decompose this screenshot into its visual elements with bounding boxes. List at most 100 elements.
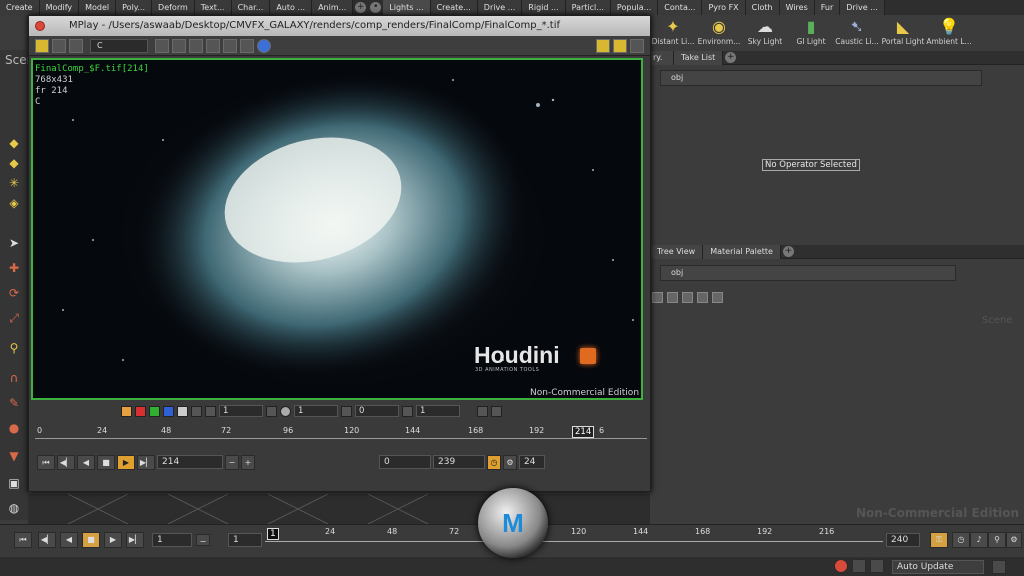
blue-channel-icon[interactable] [163, 405, 174, 417]
view-tool-icon[interactable]: ▼ [5, 448, 23, 464]
list-mode-icon[interactable] [652, 292, 663, 303]
play-reverse-button[interactable]: ◀ [77, 454, 95, 470]
tab-take-list[interactable]: Take List [674, 50, 724, 65]
close-icon[interactable] [35, 21, 45, 31]
auto-update-select[interactable]: Auto Update [892, 560, 984, 574]
audio-icon[interactable]: ⚲ [988, 532, 1006, 548]
realtime-icon[interactable]: ◷ [487, 454, 501, 470]
shelf-tab-create2[interactable]: Create... [430, 0, 478, 15]
shelf-tab-text[interactable]: Text... [194, 0, 232, 15]
fps-icon[interactable]: ⚙ [503, 454, 517, 470]
gi-light-tool[interactable]: ▮ GI Light [788, 15, 834, 51]
shelf-tab-auto[interactable]: Auto ... [270, 0, 313, 15]
gain-icon[interactable] [402, 405, 413, 417]
capture-tool-icon[interactable]: ◈ [5, 195, 23, 211]
view-mode-icon[interactable] [35, 38, 49, 53]
handle-tool-icon[interactable]: ◆ [5, 135, 23, 151]
gamma-stepper-icon[interactable] [266, 405, 277, 417]
jump-start-button[interactable]: ⏮ [37, 454, 55, 470]
top-path-bar[interactable]: obj [660, 70, 982, 86]
single-view-icon[interactable] [596, 38, 610, 53]
start-frame-marker[interactable]: 1 [267, 528, 279, 540]
zoom-out-icon[interactable] [172, 38, 186, 53]
paint-tool-icon[interactable]: ✎ [5, 395, 23, 411]
select-tool-icon[interactable]: ➤ [5, 235, 23, 251]
mplay-titlebar[interactable]: MPlay - /Users/aswaab/Desktop/CMVFX_GALA… [29, 16, 650, 36]
caustic-light-tool[interactable]: ➷ Caustic Li... [834, 15, 880, 51]
stamp-tool-icon[interactable]: ▣ [5, 475, 23, 491]
frame-stepper[interactable]: − [225, 454, 239, 470]
fit-icon[interactable] [491, 405, 502, 417]
shelf-tab-rigid[interactable]: Rigid ... [522, 0, 566, 15]
quad-view-icon[interactable] [613, 38, 627, 53]
add-pane-tab-icon-2[interactable]: + [782, 246, 794, 257]
end-frame-field[interactable]: 240 [886, 533, 920, 547]
notes-icon[interactable] [682, 292, 693, 303]
shelf-tab-deform[interactable]: Deform [152, 0, 195, 15]
lut-icon[interactable] [205, 405, 216, 417]
range-start-field[interactable]: 0 [379, 455, 431, 469]
gamma-icon[interactable] [191, 405, 202, 417]
shelf-tab-container[interactable]: Conta... [658, 0, 703, 15]
rotate-tool-icon[interactable]: ⟳ [5, 285, 23, 301]
shelf-tab-cloth[interactable]: Cloth [745, 0, 780, 15]
sound-icon[interactable]: ♪ [970, 532, 988, 548]
palette-grid-icon[interactable] [477, 405, 488, 417]
shelf-tab-fur[interactable]: Fur [814, 0, 841, 15]
image-viewport[interactable]: FinalComp_$F.tif[214] 768x431 fr 214 C H… [31, 58, 643, 400]
move-tool-icon[interactable]: ✚ [5, 260, 23, 276]
gain-field[interactable]: 1 [416, 405, 460, 417]
real-time-icon[interactable]: ◷ [952, 532, 970, 548]
sky-light-tool[interactable]: ☁ Sky Light [742, 15, 788, 51]
crop-icon[interactable] [223, 38, 237, 53]
current-frame-marker[interactable]: 214 [572, 426, 595, 438]
offset-icon[interactable] [341, 405, 352, 417]
home-icon[interactable] [206, 38, 220, 53]
mplay-timeline-ruler[interactable]: 0 24 48 72 96 120 144 168 192 6 214 [35, 426, 647, 444]
main-current-frame-field[interactable]: 1 [152, 533, 192, 547]
shelf-tab-create[interactable]: Create [0, 0, 40, 15]
all-channels-icon[interactable] [121, 405, 132, 417]
step-forward-button[interactable]: ▶▏ [137, 454, 155, 470]
green-channel-icon[interactable] [149, 405, 160, 417]
tab-material-palette[interactable]: Material Palette [703, 244, 781, 259]
pan-icon[interactable] [189, 38, 203, 53]
main-step-forward-button[interactable]: ▶▏ [126, 532, 144, 548]
tab-tree-view[interactable]: Tree View [650, 244, 704, 259]
shelf-tab-modify[interactable]: Modify [39, 0, 80, 15]
stop-button[interactable]: ■ [97, 454, 115, 470]
sculpt-tool-icon[interactable]: ● [5, 420, 23, 436]
main-play-button[interactable]: ▶ [104, 532, 122, 548]
environment-light-tool[interactable]: ◉ Environm... [696, 15, 742, 51]
shelf-tab-wires[interactable]: Wires [779, 0, 815, 15]
snap-tool-icon[interactable]: ⚲ [5, 340, 23, 356]
zoom-in-icon[interactable] [155, 38, 169, 53]
shelf-tab-drive[interactable]: Drive ... [477, 0, 523, 15]
main-stop-button[interactable]: ■ [82, 532, 100, 548]
error-icon[interactable] [834, 559, 848, 573]
red-channel-icon[interactable] [135, 405, 146, 417]
main-frame-stepper[interactable]: − [196, 534, 210, 546]
play-button[interactable]: ▶ [117, 454, 135, 470]
settings-icon[interactable]: ⚙ [1006, 532, 1022, 548]
main-jump-start-button[interactable]: ⏮ [14, 532, 32, 548]
region-icon[interactable] [240, 38, 254, 53]
bone-tool-icon[interactable]: ✳ [5, 175, 23, 191]
shelf-tab-drive2[interactable]: Drive ... [840, 0, 885, 15]
info-icon[interactable] [257, 38, 271, 53]
exposure-field[interactable]: 1 [294, 405, 338, 417]
magnet-tool-icon[interactable]: ∩ [5, 370, 23, 386]
render-tool-icon[interactable]: ◍ [5, 500, 23, 516]
shelf-tab-anim[interactable]: Anim... [312, 0, 354, 15]
add-shelf-icon[interactable]: + [355, 2, 367, 13]
portal-light-tool[interactable]: ◣ Portal Light [880, 15, 926, 51]
add-pane-tab-icon[interactable]: + [725, 52, 737, 63]
fps-field[interactable]: 24 [519, 455, 545, 469]
shelf-tab-particles[interactable]: Particl... [565, 0, 611, 15]
compare-icon[interactable] [69, 38, 83, 53]
range-end-field[interactable]: 239 [433, 455, 485, 469]
distant-light-tool[interactable]: ✦ Distant Li... [650, 15, 696, 51]
pose-tool-icon[interactable]: ◆ [5, 155, 23, 171]
channel-select[interactable]: C [90, 38, 148, 53]
grid-mode-icon[interactable] [667, 292, 678, 303]
